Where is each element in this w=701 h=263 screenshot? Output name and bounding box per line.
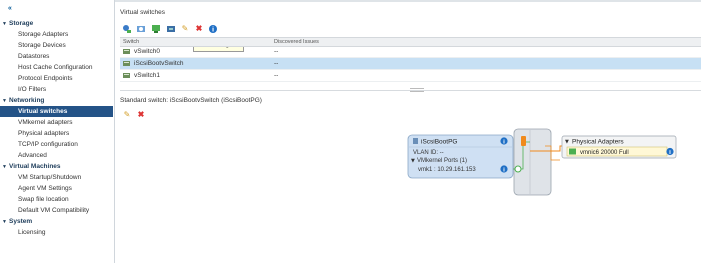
top-border <box>115 0 701 2</box>
switch-issues: -- <box>274 48 279 55</box>
portgroup-name: iScsiBootPG <box>421 139 458 146</box>
sidebar-section-system[interactable]: ▼ System <box>2 216 112 227</box>
sidebar-item-licensing[interactable]: Licensing <box>0 227 113 238</box>
sidebar-item-virtual-switches[interactable]: Virtual switches <box>0 106 113 117</box>
table-row-selected[interactable]: iScsiBootvSwitch -- <box>120 58 701 70</box>
sidebar-item-agent-vm-settings[interactable]: Agent VM Settings <box>0 183 113 194</box>
expand-physical-icon[interactable]: ▼ <box>565 139 569 145</box>
info-glyph: i <box>503 139 505 145</box>
migrate-icon[interactable] <box>151 24 161 34</box>
page-title: Virtual switches <box>120 9 166 16</box>
sidebar-item-storage-devices[interactable]: Storage Devices <box>0 40 113 51</box>
vswitch-icon <box>123 49 130 54</box>
sidebar-section-networking[interactable]: ▼ Networking <box>2 95 112 106</box>
nic-icon <box>569 148 576 155</box>
manage-adapters-icon[interactable] <box>166 24 176 34</box>
sidebar-item-protocol-endpoints[interactable]: Protocol Endpoints <box>0 73 113 84</box>
remove-switch-icon[interactable]: ✖ <box>136 110 146 120</box>
switch-table: Switch Discovered Issues vSwitch0 -- iSc… <box>120 37 701 83</box>
vswitch-body[interactable] <box>513 128 552 196</box>
vswitch-icon <box>123 61 130 66</box>
sidebar-item-host-cache[interactable]: Host Cache Configuration <box>0 62 113 73</box>
nic-label: vmnic6 20000 Full <box>580 150 629 156</box>
svg-text:i: i <box>212 27 214 34</box>
refresh-icon[interactable] <box>136 24 146 34</box>
vmkernel-ports-label: VMkernel Ports (1) <box>417 158 467 164</box>
switch-issues: -- <box>274 72 279 79</box>
col-issues-header[interactable]: Discovered Issues <box>274 38 319 46</box>
portgroup-vlan: VLAN ID: -- <box>413 150 444 156</box>
sidebar-item-default-vm-compat[interactable]: Default VM Compatibility <box>0 205 113 216</box>
sidebar-item-datastores[interactable]: Datastores <box>0 51 113 62</box>
table-row[interactable]: vSwitch0 -- <box>120 46 701 58</box>
physical-adapters-title: Physical Adapters <box>572 139 624 146</box>
vmk-adapter-label: vmk1 : 10.29.161.153 <box>418 167 476 173</box>
edit-pencil-icon[interactable]: ✎ <box>180 24 190 34</box>
portgroup-icon <box>413 138 418 144</box>
sidebar-item-advanced[interactable]: Advanced <box>0 150 113 161</box>
switch-name: vSwitch0 <box>134 48 161 55</box>
sidebar-item-vmkernel-adapters[interactable]: VMkernel adapters <box>0 117 113 128</box>
info-glyph: i <box>669 150 671 156</box>
info-glyph: i <box>503 167 505 173</box>
resize-grip[interactable] <box>410 88 424 92</box>
edit-switch-pencil-icon[interactable]: ✎ <box>122 110 132 120</box>
standard-switch-title: Standard switch: iScsiBootvSwitch (iScsi… <box>120 97 262 104</box>
table-row[interactable]: vSwitch1 -- <box>120 70 701 82</box>
switch-issues: -- <box>274 60 279 67</box>
add-networking-icon[interactable] <box>122 24 132 34</box>
sidebar: « ▼ Storage Storage Adapters Storage Devi… <box>0 0 115 263</box>
info-icon[interactable]: i <box>208 24 218 34</box>
sidebar-item-storage-adapters[interactable]: Storage Adapters <box>0 29 113 40</box>
col-switch-header[interactable]: Switch <box>123 38 139 46</box>
sidebar-item-tcpip-configuration[interactable]: TCP/IP configuration <box>0 139 113 150</box>
sidebar-section-virtual-machines[interactable]: ▼ Virtual Machines <box>2 161 112 172</box>
sidebar-section-storage[interactable]: ▼ Storage <box>2 18 112 29</box>
vmk-port-connector <box>514 165 522 173</box>
sidebar-item-io-filters[interactable]: I/O Filters <box>0 84 113 95</box>
vswitch-icon <box>123 73 130 78</box>
sidebar-item-swap-file-location[interactable]: Swap file location <box>0 194 113 205</box>
sidebar-item-vm-startup[interactable]: VM Startup/Shutdown <box>0 172 113 183</box>
switch-name: iScsiBootvSwitch <box>134 60 184 67</box>
sidebar-item-physical-adapters[interactable]: Physical adapters <box>0 128 113 139</box>
delete-icon[interactable]: ✖ <box>194 24 204 34</box>
collapse-sidebar-button[interactable]: « <box>8 5 12 12</box>
switch-name: vSwitch1 <box>134 72 161 79</box>
expand-ports-icon[interactable]: ▼ <box>411 158 415 164</box>
uplink-port-icon <box>521 136 526 146</box>
